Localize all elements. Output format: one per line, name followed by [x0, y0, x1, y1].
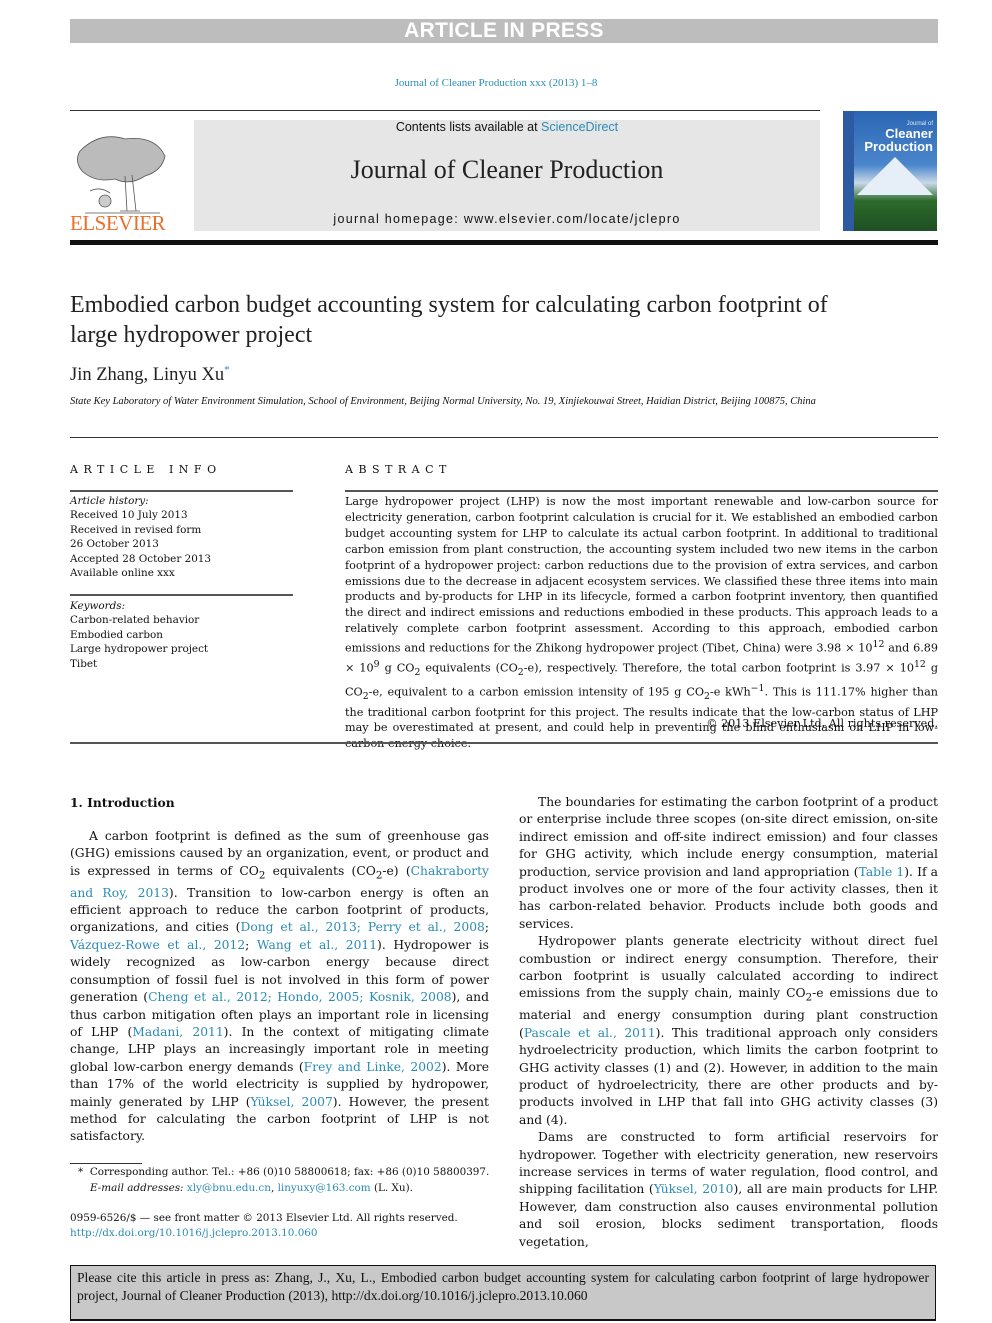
citation-link[interactable]: Cheng et al., 2012; Hondo, 2005; Kosnik,… [148, 990, 452, 1004]
citation-link[interactable]: Yüksel, 2007 [251, 1095, 333, 1109]
divider [345, 490, 938, 492]
citation-link[interactable]: Vázquez-Rowe et al., 2012 [70, 938, 245, 952]
corresponding-author-mark[interactable]: * [224, 364, 230, 376]
email-link[interactable]: xly@bnu.edu.cn [187, 1182, 271, 1194]
paragraph: Dams are constructed to form artificial … [519, 1130, 938, 1249]
footnote-contact: Corresponding author. Tel.: +86 (0)10 58… [89, 1166, 490, 1178]
divider [70, 437, 938, 438]
intro-right-column: The boundaries for estimating the carbon… [519, 794, 938, 1251]
intro-left-column: A carbon footprint is defined as the sum… [70, 828, 489, 1146]
divider [70, 490, 293, 492]
paragraph: Hydropower plants generate electricity w… [519, 934, 938, 1127]
header-rule [70, 110, 820, 111]
divider [70, 742, 938, 744]
affiliation: State Key Laboratory of Water Environmen… [70, 396, 816, 407]
footnote: * Corresponding author. Tel.: +86 (0)10 … [78, 1166, 490, 1194]
abstract-copyright: © 2013 Elsevier Ltd. All rights reserved… [706, 717, 938, 730]
paragraph: The boundaries for estimating the carbon… [519, 795, 939, 931]
history-item: Received 10 July 2013 [70, 509, 188, 522]
contents-prefix: Contents lists available at [395, 120, 542, 134]
abstract-text: Large hydropower project (LHP) is now th… [345, 495, 939, 750]
author-list: Jin Zhang, Linyu Xu* [70, 364, 230, 386]
section-heading-introduction: 1. Introduction [70, 795, 175, 810]
citation-box: Please cite this article in press as: Zh… [70, 1265, 936, 1321]
journal-homepage-link[interactable]: journal homepage: www.elsevier.com/locat… [194, 212, 820, 226]
cover-title: Cleaner Production [864, 127, 933, 153]
email-label: E-mail addresses: [90, 1181, 184, 1194]
citation-link[interactable]: Pascale et al., 2011 [524, 1026, 656, 1040]
article-in-press-banner: ARTICLE IN PRESS [70, 19, 938, 43]
table-link[interactable]: Table 1 [859, 865, 905, 879]
history-item: Accepted 28 October 2013 [70, 552, 212, 565]
keyword: Embodied carbon [70, 628, 164, 641]
keyword: Large hydropower project [70, 643, 209, 656]
sciencedirect-link[interactable]: ScienceDirect [541, 120, 618, 134]
keywords-label: Keywords: [70, 600, 126, 612]
divider [70, 594, 293, 596]
cover-title-line2: Production [864, 139, 933, 154]
keyword: Tibet [70, 657, 98, 670]
keywords: Keywords: Carbon-related behavior Embodi… [70, 599, 295, 671]
journal-reference-link[interactable]: Journal of Cleaner Production xxx (2013)… [0, 77, 992, 89]
citation-link[interactable]: Dong et al., 2013; Perry et al., 2008 [240, 920, 484, 934]
keyword: Carbon-related behavior [70, 614, 200, 627]
email-link[interactable]: linyuxy@163.com [278, 1182, 371, 1194]
contents-line: Contents lists available at ScienceDirec… [194, 120, 820, 134]
footnote-mark: * [78, 1166, 84, 1178]
cover-strip [843, 111, 854, 231]
citation-link[interactable]: Madani, 2011 [132, 1025, 223, 1039]
cover-mountain [857, 157, 933, 195]
article-title: Embodied carbon budget accounting system… [70, 292, 828, 348]
doi-link[interactable]: http://dx.doi.org/10.1016/j.jclepro.2013… [70, 1226, 510, 1241]
history-label: Article history: [70, 495, 149, 507]
authors: Jin Zhang, Linyu Xu [70, 365, 225, 386]
history-item: 26 October 2013 [70, 538, 159, 551]
journal-title: Journal of Cleaner Production [350, 155, 664, 184]
history-item: Available online xxx [70, 567, 175, 580]
citation-link[interactable]: Frey and Linke, 2002 [304, 1060, 442, 1074]
citation-link[interactable]: Yüksel, 2010 [654, 1182, 734, 1196]
footnote-rule [70, 1163, 142, 1164]
issn-line: 0959-6526/$ — see front matter © 2013 El… [70, 1212, 458, 1224]
history-item: Received in revised form [70, 523, 202, 536]
elsevier-wordmark: ELSEVIER [70, 211, 166, 235]
article-info-heading: ARTICLE INFO [70, 463, 222, 476]
masthead-rule [70, 240, 938, 245]
article-history: Article history: Received 10 July 2013 R… [70, 494, 295, 580]
paragraph: A carbon footprint is defined as the sum… [70, 829, 490, 1144]
front-matter: 0959-6526/$ — see front matter © 2013 El… [70, 1211, 510, 1240]
journal-cover-image: Journal of Cleaner Production [843, 111, 937, 231]
citation-link[interactable]: Wang et al., 2011 [257, 938, 377, 952]
abstract-heading: ABSTRACT [345, 463, 452, 476]
